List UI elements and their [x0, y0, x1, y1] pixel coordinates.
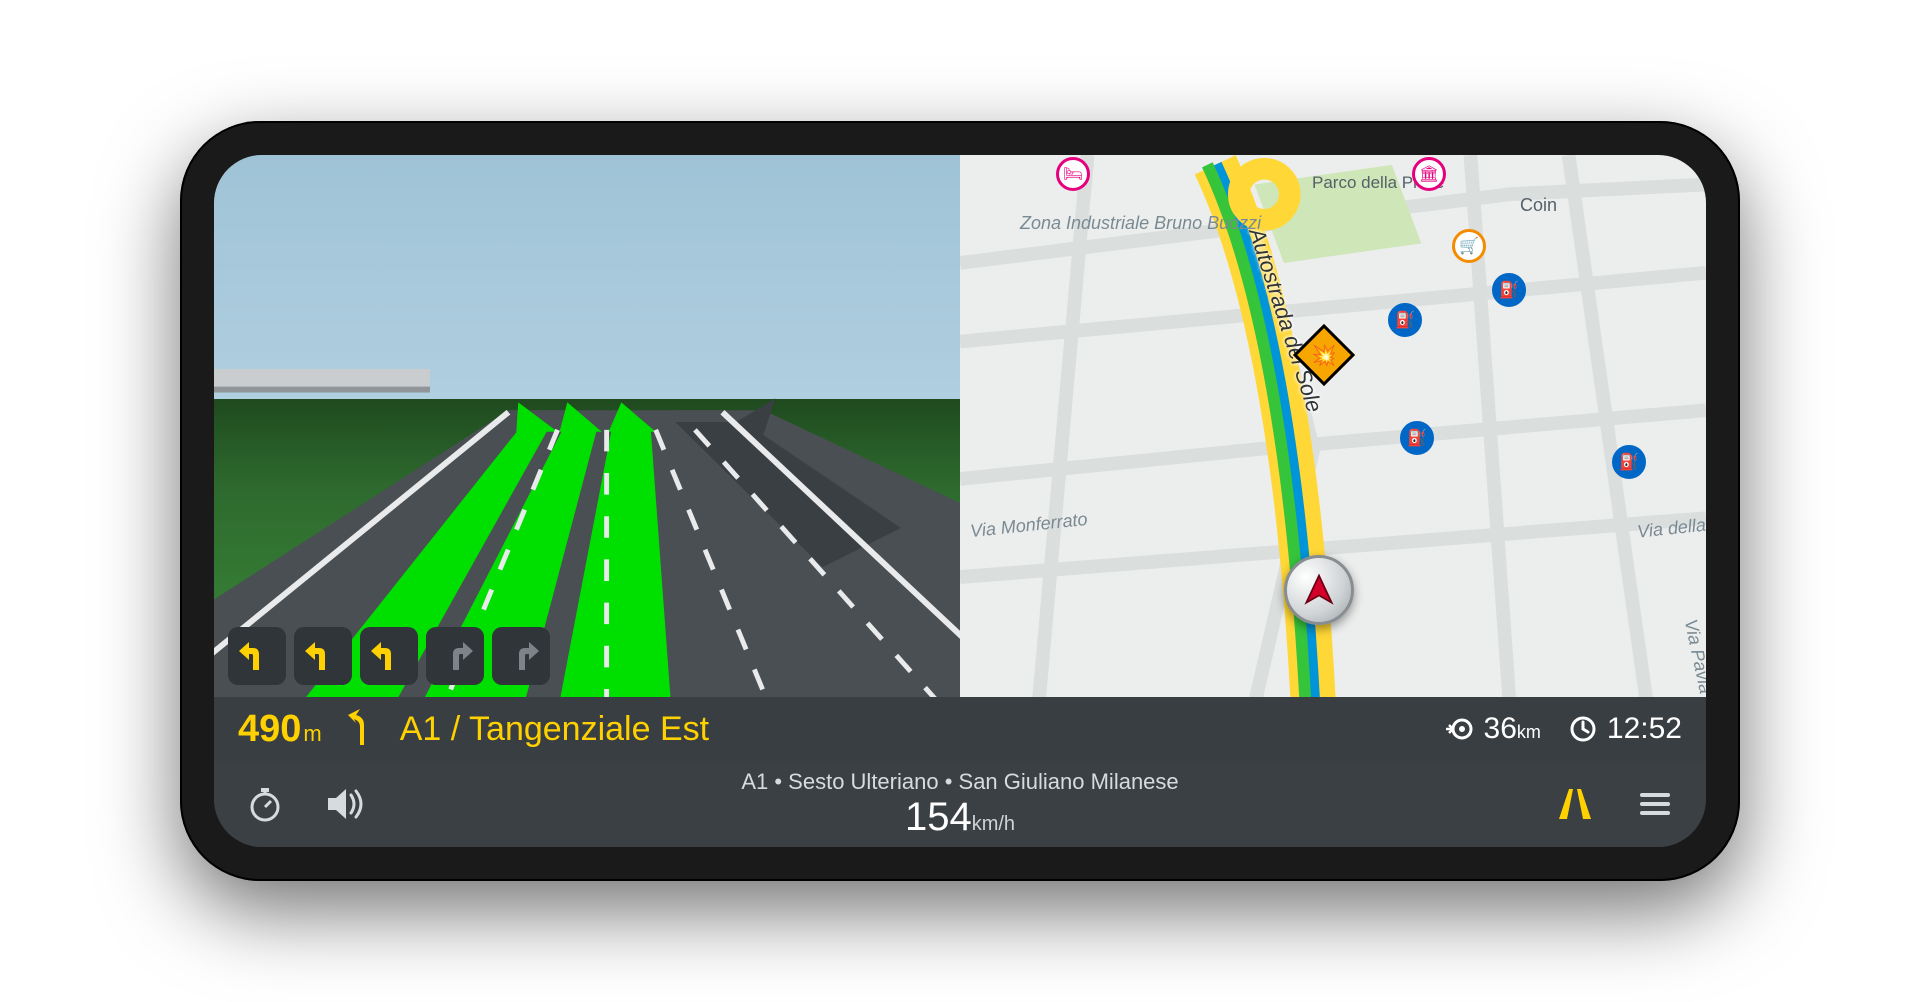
remaining-distance: 36km	[1444, 712, 1541, 746]
poi-fuel-icon[interactable]: ⛽	[1388, 303, 1422, 337]
status-bar: A1 • Sesto Ulteriano • San Giuliano Mila…	[214, 761, 1706, 847]
vehicle-cursor	[1284, 555, 1354, 625]
poi-fuel-icon[interactable]: ⛽	[1492, 273, 1526, 307]
poi-hotel-icon[interactable]: 🛏	[1056, 157, 1090, 191]
clock-icon	[1569, 715, 1597, 743]
next-turn-distance: 490m	[238, 708, 322, 751]
poi-museum-icon[interactable]: 🏛	[1412, 157, 1446, 191]
target-icon	[1444, 714, 1474, 744]
device-frame: Autostrada del Sole Zona Industriale Bru…	[180, 121, 1740, 881]
lane-badge-left	[360, 627, 418, 685]
guidance-bar: 490m A1 / Tangenziale Est 36km 12:52	[214, 697, 1706, 761]
location-speed: A1 • Sesto Ulteriano • San Giuliano Mila…	[741, 769, 1178, 840]
current-speed: 154km/h	[741, 795, 1178, 840]
lane-badge-left	[228, 627, 286, 685]
lane-view-toggle[interactable]	[1552, 781, 1598, 827]
turn-bear-left-icon	[346, 707, 376, 752]
map-label-zona: Zona Industriale Bruno Buozzi	[1020, 213, 1261, 234]
poi-shopping-icon[interactable]: 🛒	[1452, 229, 1486, 263]
lane-badge-row	[228, 627, 550, 685]
poi-fuel-icon[interactable]: ⛽	[1400, 421, 1434, 455]
eta: 12:52	[1569, 712, 1682, 746]
stopwatch-button[interactable]	[242, 781, 288, 827]
volume-button[interactable]	[324, 781, 370, 827]
lane-guidance-view[interactable]	[214, 155, 960, 697]
lane-badge-right	[492, 627, 550, 685]
next-turn-destination: A1 / Tangenziale Est	[400, 710, 709, 749]
screen: Autostrada del Sole Zona Industriale Bru…	[214, 155, 1706, 847]
lane-badge-right	[426, 627, 484, 685]
map-label-coin: Coin	[1520, 195, 1557, 216]
current-location: A1 • Sesto Ulteriano • San Giuliano Mila…	[741, 769, 1178, 795]
menu-button[interactable]	[1632, 781, 1678, 827]
road-render	[214, 155, 960, 697]
map-view[interactable]: Autostrada del Sole Zona Industriale Bru…	[960, 155, 1706, 697]
poi-fuel-icon[interactable]: ⛽	[1612, 445, 1646, 479]
lane-badge-left	[294, 627, 352, 685]
